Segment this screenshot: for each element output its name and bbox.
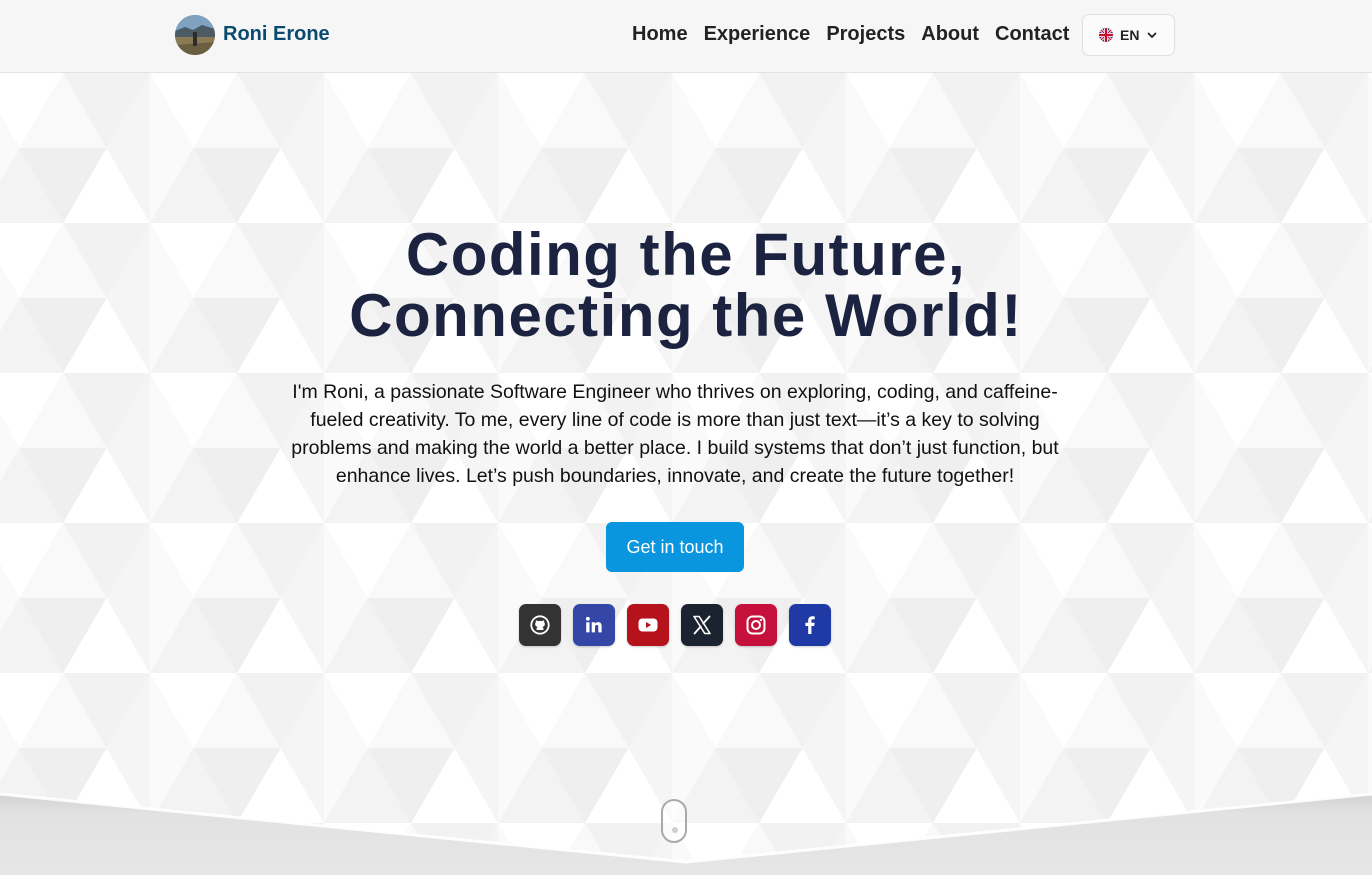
language-selector[interactable]: EN bbox=[1082, 14, 1175, 56]
nav-about[interactable]: About bbox=[913, 23, 987, 46]
github-icon bbox=[530, 615, 550, 635]
facebook-icon bbox=[805, 616, 815, 634]
site-header: Roni Erone Home Experience Projects Abou… bbox=[0, 0, 1372, 73]
main-nav: Home Experience Projects About Contact bbox=[624, 14, 1077, 55]
chevron-down-icon bbox=[1148, 32, 1157, 38]
nav-projects[interactable]: Projects bbox=[818, 23, 913, 46]
instagram-icon bbox=[746, 615, 766, 635]
hero-title: Coding the Future, Connecting the World! bbox=[186, 224, 1186, 346]
github-link[interactable] bbox=[519, 604, 561, 646]
social-links bbox=[519, 604, 831, 646]
youtube-link[interactable] bbox=[627, 604, 669, 646]
scroll-down-indicator[interactable] bbox=[661, 799, 687, 843]
x-icon bbox=[693, 615, 711, 635]
x-link[interactable] bbox=[681, 604, 723, 646]
brand-name: Roni Erone bbox=[223, 23, 330, 45]
uk-flag-icon bbox=[1099, 28, 1113, 42]
brand-link[interactable]: Roni Erone bbox=[175, 14, 330, 55]
nav-experience[interactable]: Experience bbox=[696, 23, 819, 46]
hero-title-line-1: Coding the Future, bbox=[405, 221, 967, 288]
linkedin-link[interactable] bbox=[573, 604, 615, 646]
nav-home[interactable]: Home bbox=[624, 23, 696, 46]
avatar bbox=[175, 14, 215, 55]
scroll-wheel-dot bbox=[672, 827, 678, 833]
hero-description: I'm Roni, a passionate Software Engineer… bbox=[291, 381, 1059, 487]
youtube-icon bbox=[638, 618, 658, 632]
nav-contact[interactable]: Contact bbox=[987, 23, 1077, 46]
page: Roni Erone Home Experience Projects Abou… bbox=[0, 0, 1372, 875]
instagram-link[interactable] bbox=[735, 604, 777, 646]
linkedin-icon bbox=[585, 616, 602, 633]
hero-title-line-2: Connecting the World! bbox=[349, 282, 1023, 349]
language-code: EN bbox=[1120, 27, 1140, 43]
facebook-link[interactable] bbox=[789, 604, 831, 646]
get-in-touch-button[interactable]: Get in touch bbox=[606, 522, 744, 572]
